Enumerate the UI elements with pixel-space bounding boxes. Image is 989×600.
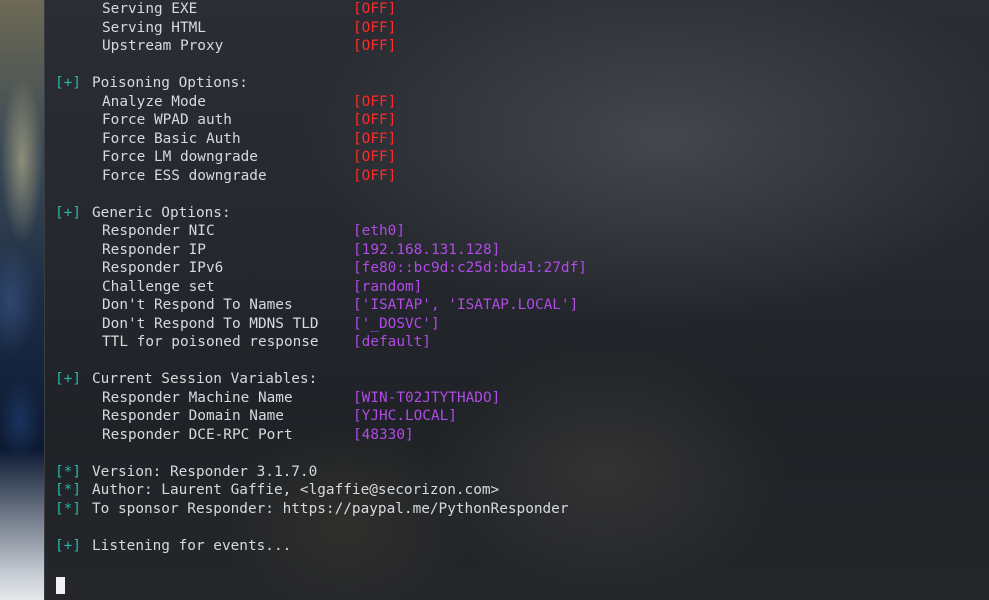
section-header-generic: [+] Generic Options: <box>55 204 231 223</box>
section-header-poisoning: [+] Poisoning Options: <box>55 74 248 93</box>
option-label: Force Basic Auth <box>102 130 241 147</box>
option-label: Force ESS downgrade <box>102 167 267 184</box>
section-title: Generic Options: <box>92 204 231 221</box>
option-label: Analyze Mode <box>102 93 206 110</box>
status-prefix: [+] <box>55 204 81 221</box>
desktop-wallpaper-strip <box>0 0 44 600</box>
info-text: To sponsor Responder: https://paypal.me/… <box>92 500 569 517</box>
option-label: Force LM downgrade <box>102 149 258 165</box>
option-label: TTL for poisoned response <box>102 334 319 350</box>
option-value: [default] <box>353 334 431 350</box>
option-label: Don't Respond To Names <box>102 297 293 313</box>
info-text: Version: Responder 3.1.7.0 <box>92 463 318 480</box>
status-prefix: [*] <box>55 463 81 480</box>
terminal-line-challenge-set: Challenge set [random] <box>55 278 422 297</box>
option-value-off: [OFF] <box>353 149 397 165</box>
section-title: Poisoning Options: <box>92 75 248 91</box>
option-value: [48330] <box>353 426 414 443</box>
status-prefix: [*] <box>55 500 81 517</box>
terminal-line-serving-exe: Serving EXE [OFF] <box>55 0 396 19</box>
option-label: Force WPAD auth <box>102 112 232 128</box>
option-value: [eth0] <box>353 223 405 239</box>
terminal-line-responder-nic: Responder NIC [eth0] <box>55 222 405 241</box>
option-value-off: [OFF] <box>353 1 397 17</box>
status-prefix: [+] <box>55 371 81 387</box>
status-prefix: [+] <box>55 538 81 554</box>
terminal-line-upstream-proxy: Upstream Proxy [OFF] <box>55 37 396 56</box>
option-value: ['ISATAP', 'ISATAP.LOCAL'] <box>353 297 579 313</box>
terminal-line-version: [*] Version: Responder 3.1.7.0 <box>55 463 317 482</box>
option-label: Responder IPv6 <box>102 260 224 276</box>
listening-text: Listening for events... <box>92 538 292 554</box>
terminal-line-force-basic-auth: Force Basic Auth [OFF] <box>55 130 396 149</box>
terminal-line-dce-rpc-port: Responder DCE-RPC Port [48330] <box>55 426 414 445</box>
terminal-line-domain-name: Responder Domain Name [YJHC.LOCAL] <box>55 407 457 426</box>
terminal-line-responder-ip: Responder IP [192.168.131.128] <box>55 241 500 260</box>
screen: Serving EXE [OFF] Serving HTML [OFF] Ups… <box>0 0 989 600</box>
terminal-line-force-wpad: Force WPAD auth [OFF] <box>55 111 396 130</box>
option-value: [192.168.131.128] <box>353 241 501 258</box>
option-value: [fe80::bc9d:c25d:bda1:27df] <box>353 260 587 276</box>
terminal-window[interactable]: Serving EXE [OFF] Serving HTML [OFF] Ups… <box>44 0 989 600</box>
terminal-line-sponsor: [*] To sponsor Responder: https://paypal… <box>55 500 569 519</box>
option-label: Don't Respond To MDNS TLD <box>102 315 319 332</box>
option-value: [random] <box>353 278 423 295</box>
terminal-line-machine-name: Responder Machine Name [WIN-T02JTYTHADO] <box>55 389 500 408</box>
terminal-line-author: [*] Author: Laurent Gaffie, <lgaffie@sec… <box>55 481 499 500</box>
option-label: Responder DCE-RPC Port <box>102 426 293 443</box>
terminal-line-analyze-mode: Analyze Mode [OFF] <box>55 93 396 112</box>
option-value: [YJHC.LOCAL] <box>353 408 457 424</box>
option-value-off: [OFF] <box>353 38 397 54</box>
option-label: Responder NIC <box>102 223 215 239</box>
terminal-line-force-lm: Force LM downgrade [OFF] <box>55 148 396 167</box>
option-label: Responder IP <box>102 241 206 258</box>
option-label: Responder Domain Name <box>102 408 284 424</box>
terminal-line-listening: [+] Listening for events... <box>55 537 291 556</box>
status-prefix: [+] <box>55 75 81 91</box>
section-title: Current Session Variables: <box>92 371 318 387</box>
option-label: Responder Machine Name <box>102 389 293 406</box>
option-value: [WIN-T02JTYTHADO] <box>353 389 501 406</box>
section-header-session: [+] Current Session Variables: <box>55 370 317 389</box>
terminal-line-force-ess: Force ESS downgrade [OFF] <box>55 167 396 186</box>
option-label: Serving EXE <box>102 1 198 17</box>
terminal-line-serving-html: Serving HTML [OFF] <box>55 19 396 38</box>
option-value-off: [OFF] <box>353 93 397 110</box>
option-value-off: [OFF] <box>353 112 397 128</box>
option-value: ['_DOSVC'] <box>353 315 440 332</box>
option-label: Challenge set <box>102 278 215 295</box>
terminal-line-responder-ipv6: Responder IPv6 [fe80::bc9d:c25d:bda1:27d… <box>55 259 587 278</box>
terminal-line-ttl: TTL for poisoned response [default] <box>55 333 431 352</box>
option-value-off: [OFF] <box>353 167 397 184</box>
terminal-line-dont-respond-mdns: Don't Respond To MDNS TLD ['_DOSVC'] <box>55 315 440 334</box>
option-label: Upstream Proxy <box>102 38 224 54</box>
status-prefix: [*] <box>55 482 81 498</box>
option-value-off: [OFF] <box>353 19 397 36</box>
option-label: Serving HTML <box>102 19 206 36</box>
info-text: Author: Laurent Gaffie, <lgaffie@secoriz… <box>92 482 500 498</box>
option-value-off: [OFF] <box>353 130 397 147</box>
terminal-line-dont-respond-names: Don't Respond To Names ['ISATAP', 'ISATA… <box>55 296 578 315</box>
terminal-cursor[interactable] <box>56 577 65 594</box>
